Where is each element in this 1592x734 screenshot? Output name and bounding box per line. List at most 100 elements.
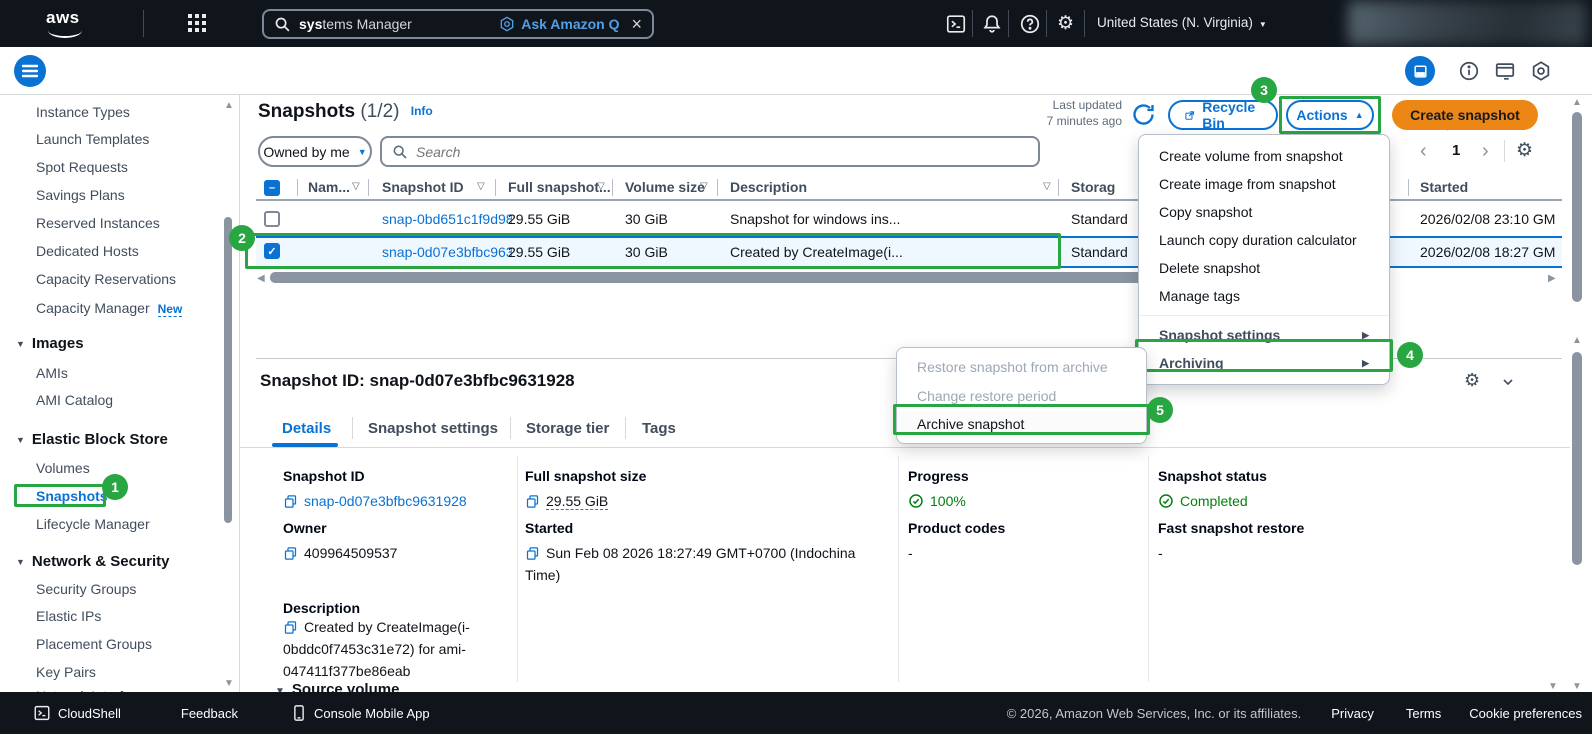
table-preferences-gear-icon[interactable] — [1516, 139, 1533, 162]
select-all-checkbox[interactable]: – — [264, 180, 280, 196]
column-header-volume-size[interactable]: Volume size — [625, 179, 705, 195]
menu-item-create-image[interactable]: Create image from snapshot — [1139, 170, 1389, 198]
row-checkbox[interactable] — [264, 211, 280, 227]
sidebar-item-savings-plans[interactable]: Savings Plans — [36, 187, 125, 203]
sidebar-item-snapshots[interactable]: Snapshots — [36, 488, 108, 504]
sidebar-item-spot-requests[interactable]: Spot Requests — [36, 159, 128, 175]
recycle-bin-button[interactable]: Recycle Bin — [1168, 99, 1278, 131]
snapshot-id-value-link[interactable]: snap-0d07e3bfbc9631928 — [304, 493, 467, 509]
sort-icon[interactable] — [597, 181, 605, 192]
sort-icon[interactable] — [352, 181, 360, 192]
column-header-full-snapshot[interactable]: Full snapshot... — [508, 179, 611, 195]
column-header-started[interactable]: Started — [1420, 179, 1468, 195]
footer-cloudshell-link[interactable]: CloudShell — [58, 706, 121, 721]
tab-details[interactable]: Details — [282, 420, 331, 437]
tab-storage-tier[interactable]: Storage tier — [526, 420, 609, 437]
sidebar-item-ami-catalog[interactable]: AMI Catalog — [36, 392, 113, 408]
table-scroll-left-icon[interactable] — [257, 274, 265, 284]
info-link[interactable]: Info — [411, 104, 433, 118]
sidebar-section-network-security[interactable]: Network & Security — [16, 553, 169, 570]
table-horizontal-scrollbar[interactable] — [270, 272, 1175, 283]
copy-icon[interactable] — [525, 494, 540, 509]
sort-icon[interactable] — [700, 181, 708, 192]
table-scroll-right-icon[interactable] — [1548, 274, 1556, 284]
snapshot-id-link[interactable]: snap-0d07e3bfbc963... — [382, 244, 512, 260]
sidebar-item-reserved-instances[interactable]: Reserved Instances — [36, 215, 160, 231]
footer-mobile-app-link[interactable]: Console Mobile App — [314, 706, 430, 721]
cloudshell-icon[interactable] — [945, 13, 967, 35]
help-icon[interactable] — [1019, 13, 1041, 35]
panel-vertical-scrollbar[interactable] — [1572, 352, 1582, 565]
pagination-prev-icon[interactable] — [1420, 140, 1427, 163]
copy-icon[interactable] — [525, 546, 540, 561]
panel-collapse-chevron-icon[interactable] — [1500, 374, 1516, 390]
sidebar-item-capacity-reservations[interactable]: Capacity Reservations — [36, 271, 176, 287]
sidebar-toggle-button[interactable] — [14, 55, 46, 87]
tab-tags[interactable]: Tags — [642, 420, 676, 437]
sidebar-scrollbar[interactable] — [224, 217, 232, 523]
sort-icon[interactable] — [1043, 181, 1051, 192]
cloudshell-icon[interactable] — [33, 704, 51, 722]
menu-item-create-volume[interactable]: Create volume from snapshot — [1139, 142, 1389, 170]
sidebar-item-instance-types[interactable]: Instance Types — [36, 104, 130, 120]
region-selector[interactable]: United States (N. Virginia) — [1097, 15, 1267, 30]
sidebar-item-elastic-ips[interactable]: Elastic IPs — [36, 608, 101, 624]
close-search-icon[interactable] — [631, 15, 642, 33]
panel-preferences-gear-icon[interactable] — [1464, 370, 1480, 391]
split-panel-button[interactable] — [1405, 56, 1435, 86]
panel-scroll-down-icon[interactable] — [1548, 682, 1558, 692]
actions-button[interactable]: Actions — [1286, 100, 1374, 130]
sidebar-item-placement-groups[interactable]: Placement Groups — [36, 636, 152, 652]
account-name-redacted[interactable] — [1348, 1, 1586, 45]
submenu-item-archive-snapshot[interactable]: Archive snapshot — [897, 411, 1146, 438]
menu-item-archiving[interactable]: Archiving — [1139, 349, 1389, 377]
column-header-description[interactable]: Description — [730, 179, 807, 195]
apps-grid-icon[interactable] — [188, 14, 208, 34]
sidebar-item-dedicated-hosts[interactable]: Dedicated Hosts — [36, 243, 139, 259]
owned-by-filter-dropdown[interactable]: Owned by me — [258, 136, 372, 167]
copy-icon[interactable] — [283, 546, 298, 561]
column-header-storage[interactable]: Storag — [1071, 179, 1115, 195]
menu-item-copy-snapshot[interactable]: Copy snapshot — [1139, 198, 1389, 226]
notifications-bell-icon[interactable] — [981, 13, 1003, 35]
menu-item-copy-duration-calculator[interactable]: Launch copy duration calculator — [1139, 226, 1389, 254]
amazon-q-hexagon-icon[interactable] — [1530, 60, 1552, 82]
sidebar-item-amis[interactable]: AMIs — [36, 365, 68, 381]
menu-item-manage-tags[interactable]: Manage tags — [1139, 282, 1389, 310]
aws-logo[interactable]: aws — [46, 8, 100, 40]
copy-icon[interactable] — [283, 620, 298, 635]
row-checkbox-checked[interactable]: ✓ — [264, 243, 280, 259]
search-input[interactable] — [416, 143, 1028, 160]
settings-gear-icon[interactable] — [1057, 13, 1079, 35]
main-vertical-scrollbar[interactable] — [1572, 112, 1582, 302]
column-header-name[interactable]: Nam... — [308, 179, 350, 195]
sidebar-section-images[interactable]: Images — [16, 335, 84, 352]
footer-privacy-link[interactable]: Privacy — [1331, 706, 1374, 721]
pagination-next-icon[interactable] — [1482, 140, 1489, 163]
sort-icon[interactable] — [477, 181, 485, 192]
unified-search-bar[interactable]: systems Manager Ask Amazon Q — [262, 9, 654, 39]
sidebar-item-launch-templates[interactable]: Launch Templates — [36, 131, 149, 147]
footer-cookie-preferences-link[interactable]: Cookie preferences — [1469, 706, 1582, 721]
panel-scroll-up-icon[interactable] — [1572, 336, 1582, 346]
sidebar-scroll-down-icon[interactable] — [224, 679, 234, 689]
sidebar-item-security-groups[interactable]: Security Groups — [36, 581, 136, 597]
column-header-snapshot-id[interactable]: Snapshot ID — [382, 179, 464, 195]
menu-item-delete-snapshot[interactable]: Delete snapshot — [1139, 254, 1389, 282]
copy-icon[interactable] — [283, 494, 298, 509]
sidebar-item-lifecycle-manager[interactable]: Lifecycle Manager — [36, 516, 150, 532]
footer-terms-link[interactable]: Terms — [1406, 706, 1441, 721]
snapshot-id-link[interactable]: snap-0bd651c1f9d98... — [382, 211, 512, 227]
main-scroll-up-icon[interactable] — [1572, 98, 1582, 108]
footer-feedback-link[interactable]: Feedback — [181, 706, 238, 721]
refresh-button[interactable] — [1130, 101, 1157, 128]
feedback-window-icon[interactable] — [1494, 60, 1516, 82]
tab-snapshot-settings[interactable]: Snapshot settings — [368, 420, 498, 437]
sidebar-scroll-up-icon[interactable] — [224, 101, 234, 111]
menu-item-snapshot-settings[interactable]: Snapshot settings — [1139, 321, 1389, 349]
ask-amazon-q-button[interactable]: Ask Amazon Q — [499, 16, 619, 32]
sidebar-section-elastic-block-store[interactable]: Elastic Block Store — [16, 431, 168, 448]
sidebar-item-key-pairs[interactable]: Key Pairs — [36, 664, 96, 680]
info-icon[interactable] — [1458, 60, 1480, 82]
sidebar-item-volumes[interactable]: Volumes — [36, 460, 90, 476]
